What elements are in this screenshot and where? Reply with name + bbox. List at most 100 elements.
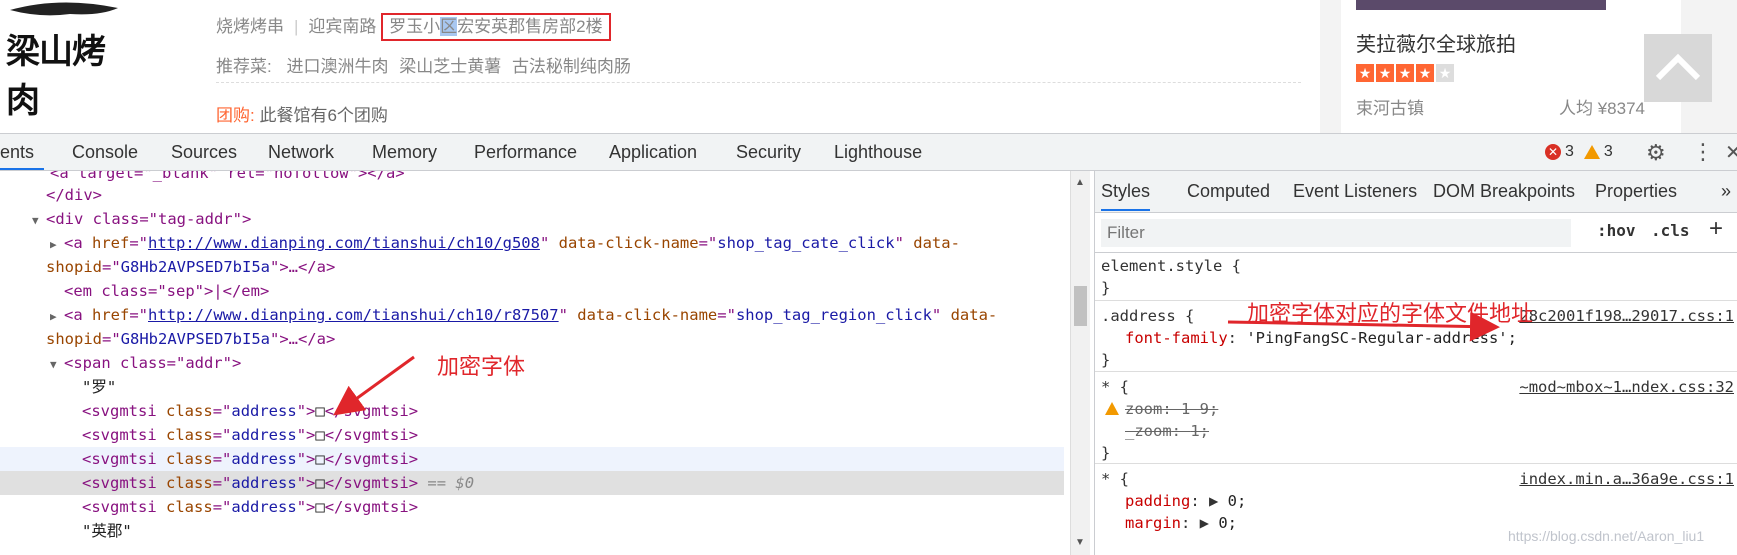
annotation-font-file-url: 加密字体对应的字体文件地址	[1247, 302, 1534, 327]
star-icon: ★	[1416, 64, 1434, 82]
tab-performance[interactable]: Performance	[474, 134, 577, 170]
rule-selector: * {	[1101, 378, 1129, 396]
shop-category-link[interactable]: 烧烤烤串	[216, 17, 284, 36]
dish-link[interactable]: 古法秘制纯肉肠	[512, 57, 631, 76]
shop-tags: 烧烤烤串 | 迎宾南路 罗玉小区宏安英郡售房部2楼	[216, 12, 611, 41]
rule-declaration[interactable]: font-family: 'PingFangSC-Regular-address…	[1125, 327, 1517, 350]
styles-filter-input[interactable]	[1101, 219, 1571, 247]
dom-line[interactable]: ▶ <a href="http://www.dianping.com/tiansh…	[50, 231, 1070, 255]
style-rule-universal[interactable]: * { ~mod~mbox~1…ndex.css:32 zoom: 1 9; _…	[1095, 372, 1737, 464]
dish-link[interactable]: 进口澳洲牛肉	[286, 57, 388, 76]
cls-toggle[interactable]: .cls	[1651, 221, 1690, 240]
chevron-up-icon	[1655, 53, 1701, 81]
encrypted-glyph: □	[315, 450, 325, 468]
encrypted-glyph: □	[315, 498, 325, 516]
dom-text-node: "罗"	[82, 378, 117, 396]
star-icon: ★	[1356, 64, 1374, 82]
style-rule-element[interactable]: element.style { }	[1095, 253, 1737, 301]
close-icon[interactable]: ✕	[1725, 140, 1737, 165]
dom-line[interactable]: <em class="sep">|</em>	[64, 279, 1070, 303]
encrypted-glyph: □	[315, 402, 325, 420]
scroll-down-icon[interactable]: ▼	[1075, 537, 1085, 548]
dom-href-link[interactable]: http://www.dianping.com/tianshui/ch10/g5…	[148, 234, 540, 252]
dom-line-selected[interactable]: <svgmtsi class="address">□</svgmtsi> == …	[0, 471, 1064, 495]
dom-line[interactable]: "英郡"	[82, 519, 1070, 543]
rule-declaration-overridden[interactable]: _zoom: 1;	[1125, 420, 1209, 443]
back-to-top-button[interactable]	[1644, 34, 1712, 102]
card-location: 束河古镇	[1356, 99, 1424, 118]
tab-properties[interactable]: Properties	[1595, 171, 1677, 211]
group-buy-link[interactable]: 此餐馆有6个团购	[259, 106, 387, 125]
collapsed-triangle-icon[interactable]: ▶	[50, 305, 64, 329]
issues-counter[interactable]: ✕ 3 3	[1545, 143, 1613, 161]
dom-line[interactable]: <svgmtsi class="address">□</svgmtsi>	[82, 399, 1070, 423]
tab-memory[interactable]: Memory	[372, 134, 437, 170]
shop-info: 梁山烤肉 烧烤烤串 | 迎宾南路 罗玉小区宏安英郡售房部2楼 推荐菜: 进口澳洲牛肉…	[0, 0, 1320, 133]
more-tabs-icon[interactable]: »	[1721, 171, 1731, 211]
dish-link[interactable]: 梁山芝士黄薯	[399, 57, 501, 76]
tab-elements[interactable]: ents	[0, 134, 44, 170]
expanded-triangle-icon[interactable]: ▼	[50, 353, 64, 377]
shop-logo-text: 梁山烤肉	[6, 32, 106, 121]
rule-source-link[interactable]: index.min.a…36a9e.css:1	[1519, 468, 1734, 491]
elements-panel[interactable]: <a target="_blank" rel="nofollow"></a> <…	[0, 171, 1070, 555]
rule-source-link[interactable]: ~mod~mbox~1…ndex.css:32	[1519, 376, 1734, 399]
recommend-label: 推荐菜:	[216, 57, 272, 76]
dom-href-link[interactable]: http://www.dianping.com/tianshui/ch10/r8…	[148, 306, 559, 324]
settings-gear-icon[interactable]: ⚙	[1646, 140, 1666, 166]
rule-selector: .address {	[1101, 307, 1195, 325]
tab-console[interactable]: Console	[72, 134, 138, 170]
dom-line[interactable]: "罗"	[82, 375, 1070, 399]
address-rest: 宏安英郡售房部2楼	[457, 17, 603, 36]
rule-declaration-invalid[interactable]: zoom: 1 9;	[1105, 398, 1218, 421]
rule-declaration[interactable]: margin: ▶ 0;	[1125, 512, 1237, 535]
separator: |	[294, 17, 299, 36]
tab-lighthouse[interactable]: Lighthouse	[834, 134, 922, 170]
star-rating: ★ ★ ★ ★ ★	[1356, 64, 1454, 82]
group-buy-row: 团购: 此餐馆有6个团购	[216, 101, 388, 126]
card-image[interactable]	[1356, 0, 1606, 10]
rule-source-link[interactable]: 28c2001f198…29017.css:1	[1519, 305, 1734, 328]
dom-line[interactable]: shopid="G8Hb2AVPSED7bI5a">…</a>	[46, 327, 1070, 351]
recommend-dishes: 推荐菜: 进口澳洲牛肉 梁山芝士黄薯 古法秘制纯肉肠	[216, 52, 637, 77]
tab-security[interactable]: Security	[736, 134, 801, 170]
card-title[interactable]: 芙拉薇尔全球旅拍	[1356, 28, 1516, 57]
shop-logo[interactable]: 梁山烤肉	[0, 0, 130, 121]
webpage-area: 梁山烤肉 烧烤烤串 | 迎宾南路 罗玉小区宏安英郡售房部2楼 推荐菜: 进口澳洲牛肉…	[0, 0, 1737, 133]
recommend-card[interactable]: 芙拉薇尔全球旅拍 ★ ★ ★ ★ ★ 束河古镇 人均 ¥8374	[1341, 0, 1681, 133]
tab-application[interactable]: Application	[609, 134, 697, 170]
rule-close: }	[1101, 351, 1111, 369]
scroll-up-icon[interactable]: ▲	[1075, 177, 1085, 188]
tab-styles[interactable]: Styles	[1101, 171, 1151, 211]
encrypted-glyph: □	[315, 426, 325, 444]
dom-line[interactable]: <svgmtsi class="address">□</svgmtsi>	[82, 423, 1070, 447]
dom-line[interactable]: ▼ <div class="tag-addr">	[32, 207, 1070, 231]
more-options-icon[interactable]: ⋮	[1692, 139, 1714, 165]
dom-line[interactable]: <svgmtsi class="address">□</svgmtsi>	[0, 447, 1064, 471]
hov-toggle[interactable]: :hov	[1597, 221, 1636, 240]
tab-dom-breakpoints[interactable]: DOM Breakpoints	[1433, 171, 1575, 211]
encrypted-glyph: □	[315, 474, 325, 492]
elements-scrollbar[interactable]: ▲ ▼	[1070, 171, 1090, 555]
error-icon: ✕	[1545, 144, 1561, 160]
dom-text-node: "英郡"	[82, 522, 132, 540]
expanded-triangle-icon[interactable]: ▼	[32, 209, 46, 233]
dom-line[interactable]: </div>	[46, 183, 1070, 207]
scroll-thumb[interactable]	[1074, 286, 1087, 326]
shop-region-link[interactable]: 迎宾南路	[308, 17, 376, 36]
tab-computed[interactable]: Computed	[1187, 171, 1270, 211]
tab-event-listeners[interactable]: Event Listeners	[1293, 171, 1417, 211]
dom-line[interactable]: ▶ <a href="http://www.dianping.com/tiansh…	[50, 303, 1070, 327]
new-rule-icon[interactable]: +	[1709, 215, 1723, 243]
styles-filter-bar: :hov .cls +	[1095, 213, 1737, 253]
dom-line[interactable]: ▼ <span class="addr">	[50, 351, 1070, 375]
collapsed-triangle-icon[interactable]: ▶	[50, 233, 64, 257]
tab-network[interactable]: Network	[268, 134, 334, 170]
error-count: 3	[1565, 143, 1574, 160]
dom-line[interactable]: <svgmtsi class="address">□</svgmtsi>	[82, 495, 1070, 519]
rule-declaration[interactable]: padding: ▶ 0;	[1125, 490, 1246, 513]
dom-line[interactable]: shopid="G8Hb2AVPSED7bI5a">…</a>	[46, 255, 1070, 279]
tab-sources[interactable]: Sources	[171, 134, 237, 170]
dom-attr-value: G8Hb2AVPSED7bI5a	[120, 330, 270, 348]
watermark: https://blog.csdn.net/Aaron_liu1	[1508, 528, 1705, 544]
